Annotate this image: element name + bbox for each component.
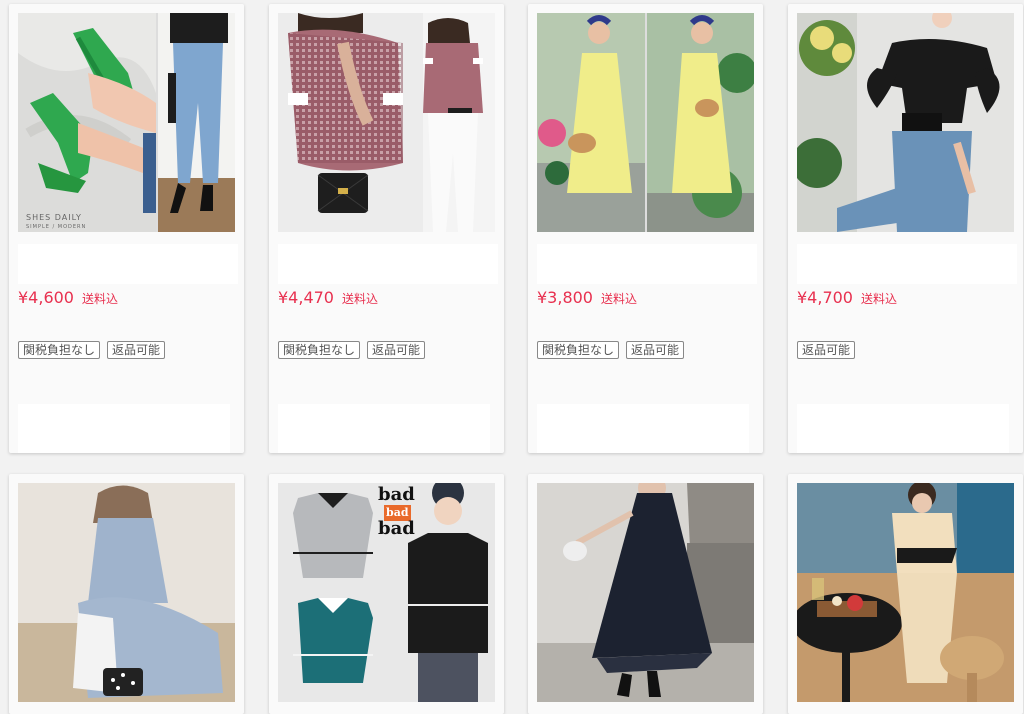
- price-line: ¥3,800 送料込: [537, 288, 637, 312]
- tag-list: 返品可能: [797, 341, 856, 359]
- price-line: ¥4,600 送料込: [18, 288, 118, 312]
- watermark-subtext: SIMPLE / MODERN: [26, 224, 87, 230]
- product-image[interactable]: [797, 13, 1014, 232]
- product-image[interactable]: [797, 483, 1014, 702]
- seller-area[interactable]: [18, 404, 230, 453]
- product-image[interactable]: SHES DAILY SIMPLE / MODERN: [18, 13, 235, 232]
- tag-returnable: 返品可能: [107, 341, 166, 359]
- product-title-area[interactable]: [278, 244, 498, 284]
- product-title-area[interactable]: [18, 244, 238, 284]
- product-card[interactable]: bad bad bad: [269, 474, 504, 714]
- product-card[interactable]: ¥4,700 送料込 返品可能: [788, 4, 1023, 453]
- shipping-label: 送料込: [341, 292, 378, 306]
- seller-area[interactable]: [278, 404, 490, 453]
- tag-duty-free: 関税負担なし: [278, 341, 361, 359]
- product-title-area[interactable]: [797, 244, 1017, 284]
- watermark-text: SHES DAILY: [26, 213, 82, 222]
- product-image[interactable]: [18, 483, 235, 702]
- shipping-label: 送料込: [81, 292, 118, 306]
- shipping-label: 送料込: [600, 292, 637, 306]
- tag-list: 関税負担なし 返品可能: [537, 341, 685, 359]
- product-card[interactable]: [788, 474, 1023, 714]
- product-card[interactable]: [9, 474, 244, 714]
- seller-area[interactable]: [537, 404, 749, 453]
- seller-area[interactable]: [797, 404, 1009, 453]
- price-line: ¥4,470 送料込: [278, 288, 378, 312]
- shipping-label: 送料込: [860, 292, 897, 306]
- tag-returnable: 返品可能: [367, 341, 426, 359]
- product-card[interactable]: ¥3,800 送料込 関税負担なし 返品可能: [528, 4, 763, 453]
- tag-list: 関税負担なし 返品可能: [278, 341, 426, 359]
- product-card[interactable]: ¥4,470 送料込 関税負担なし 返品可能: [269, 4, 504, 453]
- tag-list: 関税負担なし 返品可能: [18, 341, 166, 359]
- price-line: ¥4,700 送料込: [797, 288, 897, 312]
- brand-word-1: bad: [378, 484, 415, 505]
- tag-returnable: 返品可能: [626, 341, 685, 359]
- product-image[interactable]: bad bad bad: [278, 483, 495, 702]
- product-card[interactable]: SHES DAILY SIMPLE / MODERN ¥4,600 送料込 関税…: [9, 4, 244, 453]
- product-image[interactable]: [278, 13, 495, 232]
- product-card[interactable]: [528, 474, 763, 714]
- tag-duty-free: 関税負担なし: [18, 341, 101, 359]
- brand-word-3: bad: [378, 518, 415, 539]
- price: ¥4,470: [278, 288, 334, 307]
- product-title-area[interactable]: [537, 244, 757, 284]
- price: ¥4,700: [797, 288, 853, 307]
- product-image[interactable]: [537, 483, 754, 702]
- price: ¥4,600: [18, 288, 74, 307]
- product-image[interactable]: [537, 13, 754, 232]
- tag-duty-free: 関税負担なし: [537, 341, 620, 359]
- tag-returnable: 返品可能: [797, 341, 856, 359]
- product-grid: SHES DAILY SIMPLE / MODERN ¥4,600 送料込 関税…: [0, 0, 1024, 714]
- price: ¥3,800: [537, 288, 593, 307]
